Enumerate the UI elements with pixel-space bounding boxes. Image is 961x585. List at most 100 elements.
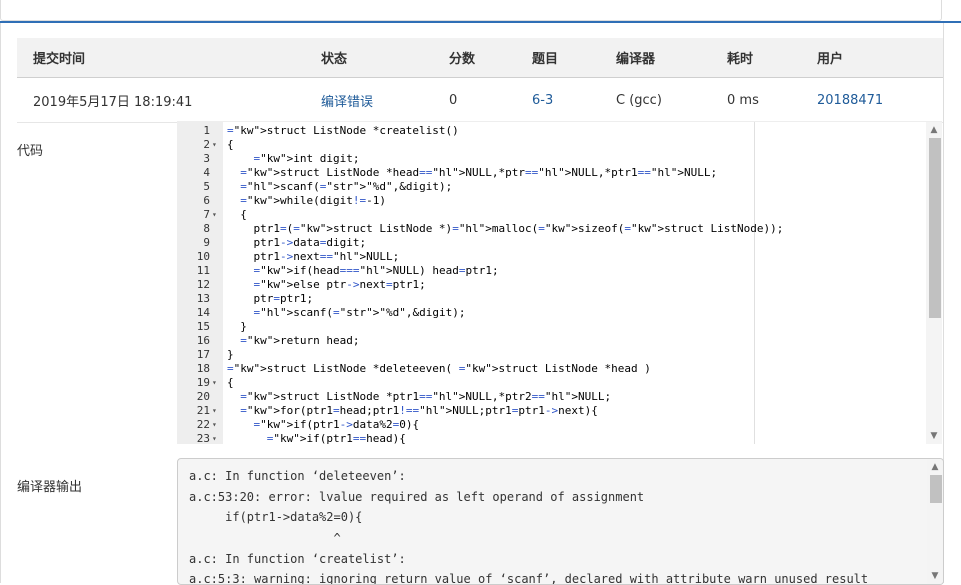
line-number: 6 [203,194,210,207]
line-number: 15 [196,320,210,333]
code-text: ="kw">while(digit!=-1) [240,194,386,207]
code-line: 20 ="kw">struct ListNode *ptr1=="hl">NUL… [177,390,927,404]
output-scroll-thumb[interactable] [930,475,942,503]
code-line: 14 ="hl">scanf(="str">"%d",&digit); [177,306,927,320]
line-number: 22 [196,418,210,431]
line-number: 11 [196,264,210,277]
scroll-up-icon[interactable]: ▲ [926,122,942,138]
status-link[interactable]: 编译错误 [321,95,373,110]
code-text: ptr1->data=digit; [227,236,367,249]
line-number: 16 [196,334,210,347]
code-text: { [227,138,234,151]
code-line: 21 ▾ ="kw">for(ptr1=head;ptr1!=="hl">NULL… [177,404,927,418]
code-text: ="kw">if(head==="hl">NULL) head=ptr1; [253,264,499,277]
code-line: 17} [177,348,927,362]
user-link[interactable]: 20188471 [817,93,883,108]
code-line: 16 ="kw">return head; [177,334,927,348]
code-line: 23 ▾ ="kw">if(ptr1==head){ [177,432,927,444]
fold-arrow-icon[interactable]: ▾ [212,432,222,444]
code-line: 2 ▾ { [177,138,927,152]
compiler-value: C (gcc) [616,77,727,123]
code-line: 10 ptr1->next=="hl">NULL; [177,250,927,264]
fold-arrow-icon[interactable]: ▾ [212,418,222,432]
code-line: 5 ="hl">scanf(="str">"%d",&digit); [177,180,927,194]
line-number: 2 [203,138,210,151]
code-line: 7 ▾ { [177,208,927,222]
output-line: if(ptr1->data%2=0){ [189,510,363,525]
scroll-down-icon[interactable]: ▼ [927,568,943,584]
line-number: 3 [203,152,210,165]
output-scrollbar[interactable]: ▲ ▼ [927,459,943,584]
code-text: { [227,376,234,389]
code-text: ="kw">return head; [240,334,360,347]
fold-arrow-icon[interactable]: ▾ [212,404,222,418]
code-text: ="kw">struct ListNode *ptr1=="hl">NULL,*… [240,390,612,403]
line-number: 17 [196,348,210,361]
col-score-header: 分数 [449,38,532,78]
fold-arrow-icon[interactable]: ▾ [212,376,222,390]
code-scrollbar[interactable]: ▲ ▼ [926,122,942,444]
code-line: 6 ="kw">while(digit!=-1) [177,194,927,208]
code-text: ="kw">else ptr->next=ptr1; [253,278,426,291]
fold-arrow-icon[interactable]: ▾ [212,208,222,222]
col-time-header: 提交时间 [17,38,321,78]
code-text: ="kw">for(ptr1=head;ptr1!=="hl">NULL;ptr… [240,404,598,417]
col-user-header: 用户 [817,38,943,78]
line-number: 10 [196,250,210,263]
code-text: ="kw">if(ptr1==head){ [266,432,406,444]
line-number: 13 [196,292,210,305]
line-number: 1 [203,124,210,137]
code-text: ="kw">struct ListNode *head=="hl">NULL,*… [240,166,718,179]
code-line: 15 } [177,320,927,334]
output-line: ^ [189,531,341,546]
compiler-output-label: 编译器输出 [17,480,83,495]
line-number: 18 [196,362,210,375]
line-number: 7 [203,208,210,221]
problem-link[interactable]: 6-3 [532,93,553,108]
code-text: ="kw">struct ListNode *createlist() [227,124,459,137]
line-number: 5 [203,180,210,193]
compiler-output-text: a.c: In function ‘deleteeven’: a.c:53:20:… [189,466,868,584]
code-lines: 1 ="kw">struct ListNode *createlist() 2 ▾{3… [177,124,927,444]
score-value: 0 [449,77,532,123]
code-text: ptr1=(="kw">struct ListNode *)="hl">mall… [227,222,784,235]
line-number: 4 [203,166,210,179]
code-text: ="kw">if(ptr1->data%2=0){ [253,418,420,431]
line-number: 14 [196,306,210,319]
line-number: 12 [196,278,210,291]
scroll-up-icon[interactable]: ▲ [927,459,943,475]
col-problem-header: 题目 [532,38,616,78]
code-line: 12 ="kw">else ptr->next=ptr1; [177,278,927,292]
code-text: ="kw">struct ListNode *deleteeven( ="kw"… [227,362,651,375]
scroll-down-icon[interactable]: ▼ [926,428,942,444]
output-line: a.c:53:20: error: lvalue required as lef… [189,489,645,504]
output-line: a.c: In function ‘createlist’: [189,551,406,566]
compiler-output-box: a.c: In function ‘deleteeven’: a.c:53:20:… [177,458,944,585]
code-editor[interactable]: 1 ="kw">struct ListNode *createlist() 2 ▾{3… [177,121,942,444]
fold-arrow-icon[interactable]: ▾ [212,138,222,152]
col-elapsed-header: 耗时 [727,38,817,78]
code-text: ptr=ptr1; [227,292,314,305]
code-line: 13 ptr=ptr1; [177,292,927,306]
code-line: 4 ="kw">struct ListNode *head=="hl">NULL… [177,166,927,180]
code-line: 8 ptr1=(="kw">struct ListNode *)="hl">ma… [177,222,927,236]
code-scroll-thumb[interactable] [929,138,941,318]
code-line: 19 ▾ { [177,376,927,390]
line-number: 21 [196,404,210,417]
line-number: 20 [196,390,210,403]
code-text: ="kw">int digit; [253,152,360,165]
code-text: } [227,320,247,333]
code-line: 9 ptr1->data=digit; [177,236,927,250]
code-text: ="hl">scanf(="str">"%d",&digit); [253,306,466,319]
line-number: 23 [196,432,210,444]
code-line: 3 ="kw">int digit; [177,152,927,166]
line-number: 19 [196,376,210,389]
code-text: { [227,208,247,221]
submit-time: 2019年5月17日 18:19:41 [17,77,321,123]
table-row: 2019年5月17日 18:19:41 编译错误 0 6-3 C (gcc) 0… [17,77,943,123]
table-header-row: 提交时间 状态 分数 题目 编译器 耗时 用户 [17,38,943,78]
output-line: a.c: In function ‘deleteeven’: [189,469,406,483]
col-status-header: 状态 [321,38,449,78]
code-text: } [227,348,234,361]
col-compiler-header: 编译器 [616,38,727,78]
